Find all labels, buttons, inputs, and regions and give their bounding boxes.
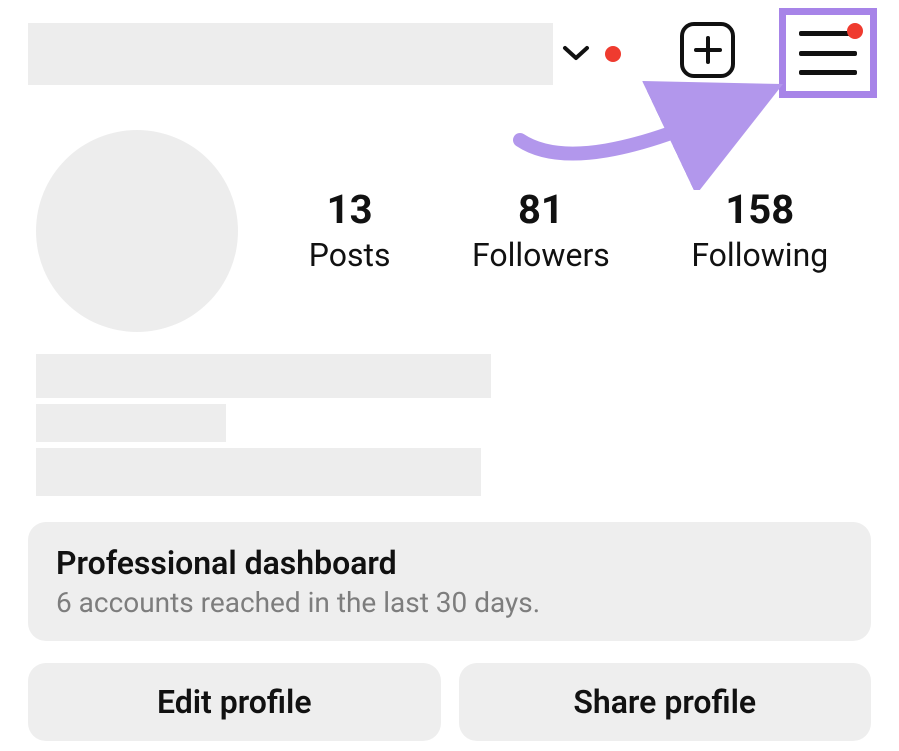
profile-header-row: 13 Posts 81 Followers 158 Following [0,90,899,332]
stat-following[interactable]: 158 Following [691,188,828,274]
top-bar [0,0,899,90]
bio-line-placeholder [36,404,226,442]
stat-followers-count: 81 [472,188,610,232]
dashboard-title: Professional dashboard [56,544,843,582]
profile-bio [0,332,899,496]
bio-line-placeholder [36,448,481,496]
plus-icon [693,35,723,65]
edit-profile-button[interactable]: Edit profile [28,663,441,741]
profile-avatar[interactable] [36,130,238,332]
create-post-button[interactable] [680,22,735,78]
share-profile-label: Share profile [573,683,756,721]
menu-notification-dot-icon [847,23,863,39]
hamburger-icon [799,31,857,75]
chevron-down-icon [561,44,591,64]
edit-profile-label: Edit profile [157,683,312,721]
menu-button[interactable] [779,8,877,98]
notification-dot-icon [605,46,621,62]
stat-followers[interactable]: 81 Followers [472,188,610,274]
stat-followers-label: Followers [472,236,610,274]
account-switcher[interactable] [561,44,621,64]
profile-action-row: Edit profile Share profile [28,663,871,741]
stat-posts-label: Posts [309,236,391,274]
stat-following-label: Following [691,236,828,274]
stat-posts-count: 13 [309,188,391,232]
stat-posts[interactable]: 13 Posts [309,188,391,274]
username-placeholder[interactable] [28,23,553,85]
professional-dashboard-card[interactable]: Professional dashboard 6 accounts reache… [28,522,871,641]
dashboard-subtitle: 6 accounts reached in the last 30 days. [56,586,843,619]
stat-following-count: 158 [691,188,828,232]
share-profile-button[interactable]: Share profile [459,663,872,741]
profile-stats: 13 Posts 81 Followers 158 Following [268,188,869,274]
bio-line-placeholder [36,354,491,398]
